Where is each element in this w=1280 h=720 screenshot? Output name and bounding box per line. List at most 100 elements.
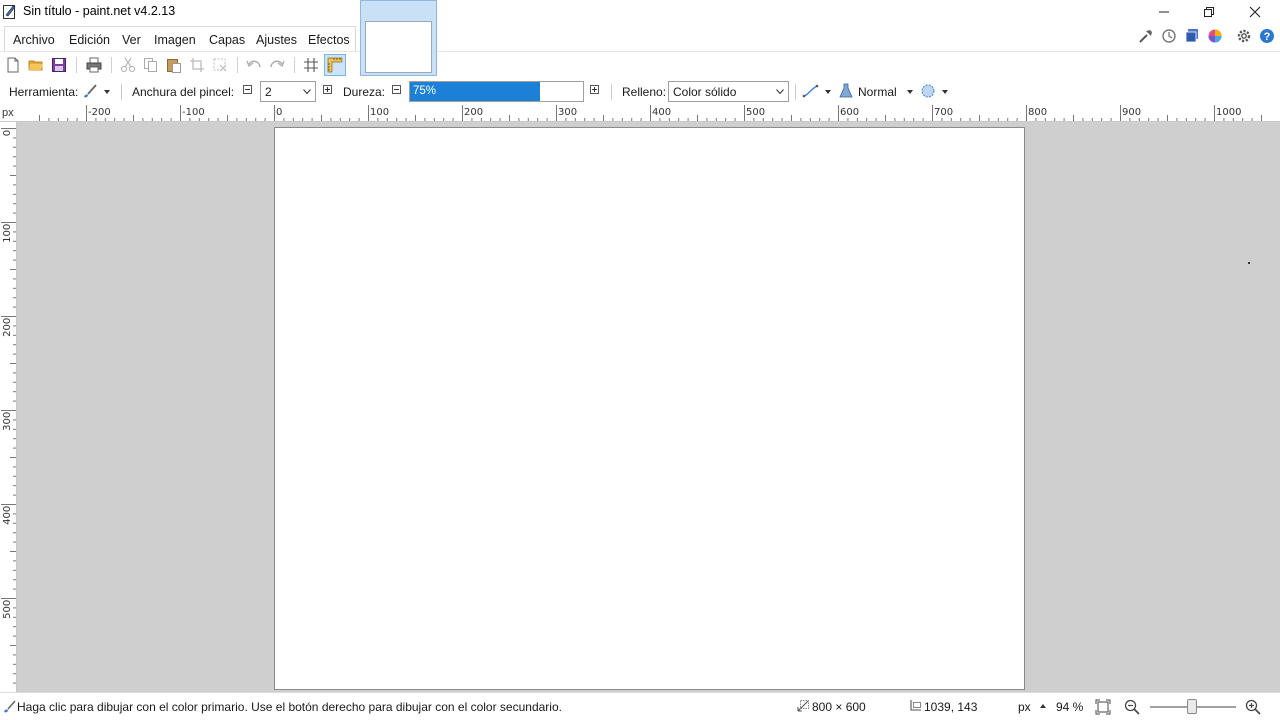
copy-icon[interactable] xyxy=(142,56,160,74)
ruler-tick-label: 200 xyxy=(2,318,13,337)
history-window-icon[interactable] xyxy=(1160,27,1178,45)
layers-window-icon[interactable] xyxy=(1183,27,1201,45)
ruler-tick-label: 600 xyxy=(840,107,859,118)
brush-width-combo[interactable]: 2 xyxy=(260,81,316,102)
menu-imagen[interactable]: Imagen xyxy=(154,33,196,47)
undo-icon[interactable] xyxy=(245,56,263,74)
image-thumbnail xyxy=(365,21,432,73)
grid-toggle-icon[interactable] xyxy=(302,56,320,74)
close-icon xyxy=(1249,6,1261,18)
deselect-icon[interactable] xyxy=(211,56,229,74)
crop-to-selection-icon[interactable] xyxy=(188,56,206,74)
selection-clipping-dropdown-caret-icon[interactable] xyxy=(942,90,948,94)
colors-window-icon[interactable] xyxy=(1206,27,1224,45)
ruler-tick-label: 500 xyxy=(746,107,765,118)
image-canvas[interactable] xyxy=(274,127,1025,690)
chevron-down-icon xyxy=(776,89,784,95)
blend-mode-dropdown-caret-icon[interactable] xyxy=(907,90,913,94)
zoom-to-window-icon[interactable] xyxy=(1095,699,1111,715)
tool-label: Herramienta: xyxy=(9,85,79,99)
vertical-ruler: 0 100 200 300 400 500 xyxy=(0,122,17,692)
brush-width-decrease-button[interactable] xyxy=(243,85,252,94)
menu-archivo[interactable]: Archivo xyxy=(13,33,55,47)
ruler-tick-label: 500 xyxy=(2,600,13,619)
zoom-out-icon[interactable] xyxy=(1124,699,1140,715)
cursor-dot xyxy=(1248,262,1250,264)
menu-efectos[interactable]: Efectos xyxy=(308,33,350,47)
ruler-icon xyxy=(327,57,343,73)
antialiasing-dropdown-caret-icon[interactable] xyxy=(825,90,831,94)
ruler-tick-label: 100 xyxy=(2,224,13,243)
options-separator xyxy=(121,84,122,100)
brush-width-value: 2 xyxy=(265,85,272,99)
ruler-tick-label: 200 xyxy=(464,107,483,118)
image-size-icon xyxy=(797,700,809,712)
menu-ajustes[interactable]: Ajustes xyxy=(256,33,297,47)
toolbar-separator xyxy=(294,57,295,73)
toolbar-separator xyxy=(237,57,238,73)
new-file-icon[interactable] xyxy=(4,56,22,74)
fill-mode-value: Color sólido xyxy=(673,85,737,99)
save-icon[interactable] xyxy=(50,56,68,74)
cursor-position: 1039, 143 xyxy=(924,700,978,714)
open-folder-icon[interactable] xyxy=(27,56,45,74)
cut-icon[interactable] xyxy=(119,56,137,74)
ruler-tick-label: 700 xyxy=(934,107,953,118)
brush-width-increase-button[interactable] xyxy=(323,85,332,94)
print-icon[interactable] xyxy=(85,56,103,74)
hardness-slider[interactable]: 75% xyxy=(409,81,584,102)
cursor-position-icon xyxy=(910,700,921,711)
paintbrush-icon[interactable] xyxy=(82,83,98,99)
horizontal-ruler-ticks: -200 -100 0 100 200 300 400 500 600 700 800 900 1000 xyxy=(39,105,1262,121)
ruler-tick-label: 400 xyxy=(652,107,671,118)
zoom-value[interactable]: 94 % xyxy=(1056,700,1083,714)
image-size: 800 × 600 xyxy=(812,700,866,714)
blend-mode-value[interactable]: Normal xyxy=(858,85,897,99)
horizontal-ruler: px -200 -100 0 100 200 300 400 500 600 700 800 900 1… xyxy=(0,104,1280,122)
title-bar: Sin título - paint.net v4.2.13 xyxy=(0,0,1280,24)
ruler-tick-label: 300 xyxy=(558,107,577,118)
tool-options-bar: Herramienta: Anchura del pincel: 2 Durez… xyxy=(0,79,1280,104)
image-tab-thumbnail[interactable] xyxy=(360,0,437,76)
blend-mode-flask-icon[interactable] xyxy=(838,83,854,99)
units-caret-icon[interactable] xyxy=(1040,704,1046,708)
zoom-in-icon[interactable] xyxy=(1245,699,1261,715)
close-button[interactable] xyxy=(1232,0,1278,24)
minimize-button[interactable] xyxy=(1141,0,1187,24)
canvas-workspace[interactable] xyxy=(17,122,1280,692)
paste-icon[interactable] xyxy=(165,56,183,74)
hardness-label: Dureza: xyxy=(343,85,386,99)
brush-width-label: Anchura del pincel: xyxy=(132,85,235,99)
tool-dropdown-caret-icon[interactable] xyxy=(104,90,110,94)
vertical-ruler-ticks: 0 100 200 300 400 500 xyxy=(1,128,16,684)
menu-ver[interactable]: Ver xyxy=(122,33,141,47)
antialiasing-icon[interactable] xyxy=(802,83,820,99)
selection-clipping-icon[interactable] xyxy=(919,83,937,99)
ruler-tick-label: 300 xyxy=(2,412,13,431)
chevron-down-icon xyxy=(303,89,311,95)
paintnet-app-icon xyxy=(3,5,16,19)
menu-capas[interactable]: Capas xyxy=(209,33,245,47)
window-title: Sin título - paint.net v4.2.13 xyxy=(23,4,176,18)
ruler-tick-label: -200 xyxy=(88,107,111,118)
redo-icon[interactable] xyxy=(268,56,286,74)
restore-button[interactable] xyxy=(1186,0,1232,24)
menu-edicion[interactable]: Edición xyxy=(69,33,110,47)
paintbrush-status-icon xyxy=(4,700,16,713)
restore-icon xyxy=(1204,7,1214,17)
ruler-tick-label: 400 xyxy=(2,506,13,525)
fill-label: Relleno: xyxy=(622,85,667,99)
zoom-slider-thumb[interactable] xyxy=(1187,699,1197,714)
tools-window-icon[interactable] xyxy=(1137,27,1155,45)
options-separator xyxy=(795,84,796,100)
fill-mode-combo[interactable]: Color sólido xyxy=(668,81,789,102)
options-separator xyxy=(611,84,612,100)
hardness-increase-button[interactable] xyxy=(590,85,599,94)
units-selector[interactable]: px xyxy=(1018,700,1031,714)
help-icon[interactable]: ? xyxy=(1258,27,1276,45)
ruler-tick-label: 100 xyxy=(370,107,389,118)
toolbar-separator xyxy=(76,57,77,73)
settings-gear-icon[interactable] xyxy=(1235,27,1253,45)
rulers-toggle-button[interactable] xyxy=(324,54,346,76)
hardness-decrease-button[interactable] xyxy=(392,85,401,94)
